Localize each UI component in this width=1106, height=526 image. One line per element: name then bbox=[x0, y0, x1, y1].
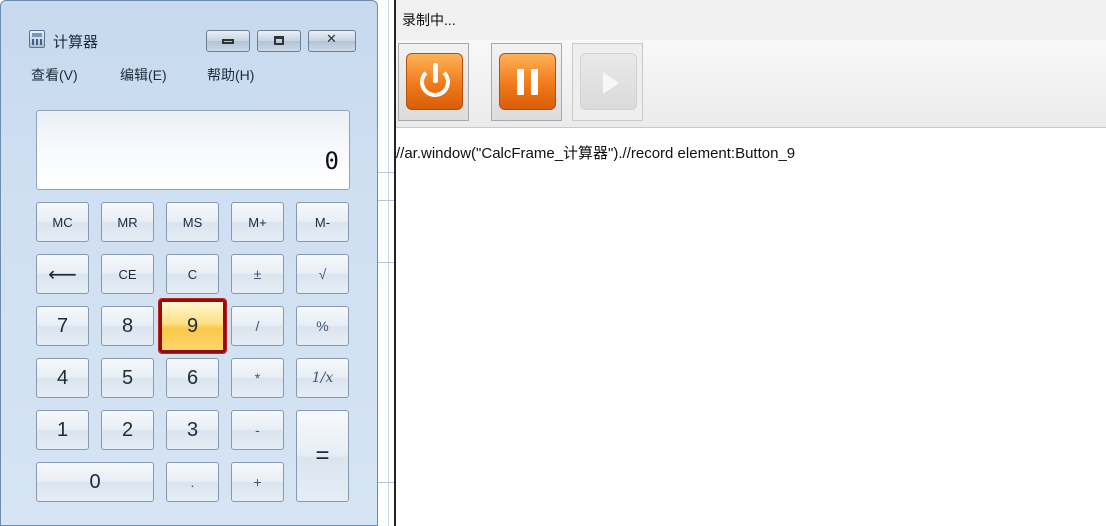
divide-button[interactable]: / bbox=[231, 306, 284, 346]
status-bar: 录制中... bbox=[396, 0, 1106, 40]
calculator-icon bbox=[29, 30, 45, 48]
play-icon bbox=[580, 53, 637, 110]
stop-record-button[interactable] bbox=[398, 43, 469, 121]
key-2[interactable]: 2 bbox=[101, 410, 154, 450]
script-editor[interactable]: //ar.window("CalcFrame_计算器").//record el… bbox=[396, 128, 1106, 526]
key-7[interactable]: 7 bbox=[36, 306, 89, 346]
percent-button[interactable]: % bbox=[296, 306, 349, 346]
menu-help[interactable]: 帮助(H) bbox=[207, 65, 254, 85]
sqrt-button[interactable]: √ bbox=[296, 254, 349, 294]
close-icon: ✕ bbox=[326, 32, 337, 47]
multiply-button[interactable]: * bbox=[231, 358, 284, 398]
recorder-window: 录制中... //ar.window("CalcFrame_计算器").//re… bbox=[394, 0, 1106, 526]
menu-edit[interactable]: 编辑(E) bbox=[120, 65, 167, 85]
key-5[interactable]: 5 bbox=[101, 358, 154, 398]
clear-button[interactable]: C bbox=[166, 254, 219, 294]
minimize-icon bbox=[222, 39, 234, 44]
desktop-gap bbox=[378, 0, 394, 526]
reciprocal-button[interactable]: 1/x bbox=[296, 358, 349, 398]
minimize-button[interactable] bbox=[206, 30, 250, 52]
key-0[interactable]: 0 bbox=[36, 462, 154, 502]
key-8[interactable]: 8 bbox=[101, 306, 154, 346]
backspace-button[interactable]: ⟵ bbox=[36, 254, 89, 294]
key-6[interactable]: 6 bbox=[166, 358, 219, 398]
pause-icon bbox=[499, 53, 556, 110]
maximize-icon bbox=[274, 36, 284, 45]
window-title: 计算器 bbox=[53, 34, 99, 51]
recorder-toolbar bbox=[396, 40, 1106, 128]
display-value: 0 bbox=[324, 147, 339, 175]
pause-button[interactable] bbox=[491, 43, 562, 121]
menu-bar: 查看(V) 编辑(E) 帮助(H) bbox=[1, 63, 377, 85]
calculator-window: 计算器 ✕ 查看(V) 编辑(E) 帮助(H) 0 MC MR MS M+ M-… bbox=[0, 0, 378, 526]
calculator-display: 0 bbox=[36, 110, 350, 190]
decimal-button[interactable]: . bbox=[166, 462, 219, 502]
close-button[interactable]: ✕ bbox=[308, 30, 356, 52]
m-minus-button[interactable]: M- bbox=[296, 202, 349, 242]
title-bar[interactable]: 计算器 ✕ bbox=[1, 1, 377, 59]
recording-status: 录制中... bbox=[402, 12, 456, 28]
power-icon bbox=[406, 53, 463, 110]
mc-button[interactable]: MC bbox=[36, 202, 89, 242]
m-plus-button[interactable]: M+ bbox=[231, 202, 284, 242]
script-line: //ar.window("CalcFrame_计算器").//record el… bbox=[396, 145, 796, 162]
mr-button[interactable]: MR bbox=[101, 202, 154, 242]
play-button[interactable] bbox=[572, 43, 643, 121]
key-3[interactable]: 3 bbox=[166, 410, 219, 450]
key-9[interactable]: 9 bbox=[158, 298, 227, 354]
menu-view[interactable]: 查看(V) bbox=[31, 65, 78, 85]
negate-button[interactable]: ± bbox=[231, 254, 284, 294]
add-button[interactable]: + bbox=[231, 462, 284, 502]
key-1[interactable]: 1 bbox=[36, 410, 89, 450]
ce-button[interactable]: CE bbox=[101, 254, 154, 294]
ms-button[interactable]: MS bbox=[166, 202, 219, 242]
subtract-button[interactable]: - bbox=[231, 410, 284, 450]
key-4[interactable]: 4 bbox=[36, 358, 89, 398]
equals-button[interactable]: = bbox=[296, 410, 349, 502]
maximize-button[interactable] bbox=[257, 30, 301, 52]
